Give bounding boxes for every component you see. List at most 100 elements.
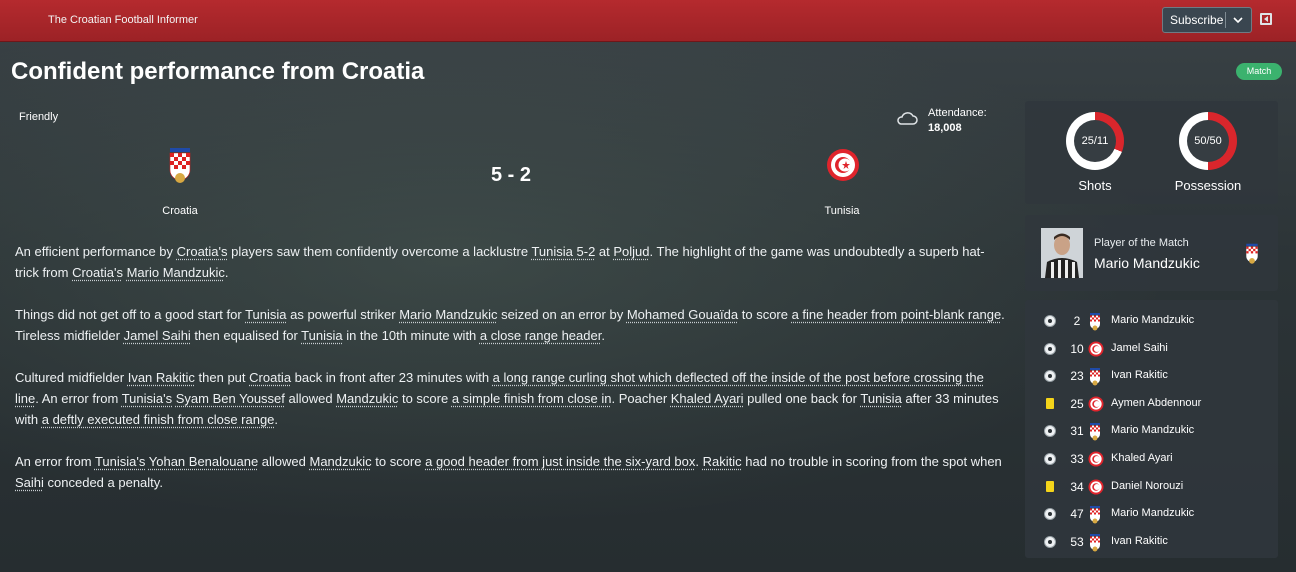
player-avatar: [1041, 228, 1083, 278]
event-minute: 47: [1070, 507, 1084, 522]
report-text: to score: [371, 454, 426, 469]
report-link[interactable]: Tunisia's: [95, 454, 145, 469]
report-link[interactable]: Jamel Saihi: [124, 328, 191, 343]
event-row[interactable]: 31 Mario Mandzukic: [1025, 421, 1278, 441]
croatia-crest-icon: [1088, 423, 1102, 446]
report-link[interactable]: Mario Mandzukic: [127, 265, 225, 280]
report-link[interactable]: a fine header from point-blank range: [792, 307, 1002, 322]
report-link[interactable]: Mandzukic: [336, 391, 398, 406]
report-text: conceded a penalty.: [43, 475, 163, 490]
report-text: Things did not get off to a good start f…: [15, 307, 246, 322]
report-link[interactable]: Tunisia: [301, 328, 342, 343]
subscribe-dropdown[interactable]: Subscribe: [1162, 7, 1252, 33]
shots-ring: 25/11: [1066, 112, 1124, 170]
football-icon: [1044, 315, 1056, 327]
event-minute: 53: [1070, 534, 1084, 549]
report-link[interactable]: a good header from just inside the six-y…: [425, 454, 695, 469]
croatia-crest-icon[interactable]: [166, 148, 194, 189]
tunisia-crest-icon: [1088, 341, 1104, 362]
report-text: back in front after 23 minutes with: [291, 370, 493, 385]
event-player-name[interactable]: Daniel Norouzi: [1111, 480, 1183, 492]
report-text: then equalised for: [190, 328, 302, 343]
report-link[interactable]: Tunisia: [860, 391, 901, 406]
report-link[interactable]: Mario Mandzukic: [399, 307, 497, 322]
report-link[interactable]: Croatia: [249, 370, 291, 385]
football-icon: [1044, 508, 1056, 521]
report-link[interactable]: Mohamed Gouaïda: [627, 307, 738, 322]
player-of-the-match-panel[interactable]: Player of the Match Mario Mandzukic: [1025, 215, 1278, 291]
report-text: allowed: [258, 454, 310, 469]
report-text: .: [695, 454, 703, 469]
tunisia-crest-icon[interactable]: [826, 148, 860, 187]
cloud-icon: [896, 109, 918, 132]
event-row[interactable]: 10 Jamel Saihi: [1025, 339, 1278, 359]
event-player-name[interactable]: Jamel Saihi: [1111, 342, 1168, 354]
report-link[interactable]: a deftly executed finish from close rang…: [42, 412, 275, 427]
event-player-name[interactable]: Mario Mandzukic: [1111, 314, 1194, 326]
event-row[interactable]: 47 Mario Mandzukic: [1025, 504, 1278, 524]
final-score: 5 - 2: [490, 164, 532, 186]
report-text: .: [601, 328, 605, 343]
potm-player-name[interactable]: Mario Mandzukic: [1094, 255, 1200, 271]
tunisia-crest-icon: [1088, 479, 1104, 500]
event-player-name[interactable]: Khaled Ayari: [1111, 452, 1173, 464]
report-link[interactable]: a simple finish from close in: [452, 391, 612, 406]
report-link[interactable]: Mandzukic: [310, 454, 372, 469]
report-link[interactable]: Ivan Rakitic: [128, 370, 195, 385]
report-link[interactable]: a close range header: [480, 328, 601, 343]
yellow-card-icon: [1046, 480, 1054, 492]
event-row[interactable]: 33 Khaled Ayari: [1025, 449, 1278, 469]
report-link[interactable]: Saihi: [15, 475, 44, 490]
event-row[interactable]: 23 Ivan Rakitic: [1025, 366, 1278, 386]
report-link[interactable]: Yohan Benalouane: [149, 454, 258, 469]
event-row[interactable]: 25 Aymen Abdennour: [1025, 394, 1278, 414]
competition-label: Friendly: [19, 111, 59, 123]
event-row[interactable]: 2 Mario Mandzukic: [1025, 311, 1278, 331]
report-text: pulled one back for: [743, 391, 861, 406]
croatia-crest-icon: [1244, 243, 1260, 270]
report-link[interactable]: Rakitic: [703, 454, 742, 469]
report-link[interactable]: Syam Ben Youssef: [176, 391, 285, 406]
shots-label: Shots: [1078, 178, 1112, 193]
possession-value: 50/50: [1187, 120, 1229, 162]
report-text: seized on an error by: [497, 307, 627, 322]
subscribe-label: Subscribe: [1170, 13, 1224, 27]
attendance-label: Attendance:: [928, 107, 987, 119]
football-icon: [1044, 535, 1056, 548]
event-player-name[interactable]: Mario Mandzukic: [1111, 507, 1194, 519]
event-player-name[interactable]: Ivan Rakitic: [1111, 535, 1168, 547]
away-team-name[interactable]: Tunisia: [792, 205, 892, 217]
match-events-panel: 2 Mario Mandzukic 10 Jamel Saihi 23 Ivan Raki…: [1025, 300, 1278, 558]
potm-label: Player of the Match: [1094, 237, 1189, 249]
report-text: .: [224, 265, 229, 280]
report-text: in the 10th minute with: [342, 328, 480, 343]
report-link[interactable]: Tunisia: [245, 307, 286, 322]
event-minute: 2: [1073, 314, 1081, 328]
football-icon: [1044, 370, 1056, 383]
report-paragraph: Things did not get off to a good start f…: [15, 304, 1005, 346]
event-row[interactable]: 53 Ivan Rakitic: [1025, 532, 1278, 552]
event-row[interactable]: 34 Daniel Norouzi: [1025, 477, 1278, 497]
event-player-name[interactable]: Aymen Abdennour: [1111, 397, 1201, 409]
event-minute: 23: [1070, 369, 1084, 384]
report-link[interactable]: Tunisia's: [122, 391, 172, 406]
close-panel-icon[interactable]: [1260, 13, 1272, 25]
football-icon: [1044, 342, 1056, 355]
chevron-down-icon: [1233, 12, 1243, 31]
report-link[interactable]: Khaled Ayari: [671, 391, 744, 406]
event-player-name[interactable]: Ivan Rakitic: [1111, 369, 1168, 381]
home-team-name[interactable]: Croatia: [130, 205, 230, 217]
report-link[interactable]: Poljud: [613, 244, 649, 259]
report-text: . Poacher: [611, 391, 671, 406]
event-player-name[interactable]: Mario Mandzukic: [1111, 424, 1194, 436]
report-paragraph: Cultured midfielder Ivan Rakitic then pu…: [15, 367, 1005, 430]
report-link[interactable]: Tunisia 5-2: [531, 244, 595, 259]
report-text: at: [595, 244, 614, 259]
possession-ring: 50/50: [1179, 112, 1237, 170]
report-link[interactable]: Croatia's: [177, 244, 228, 259]
football-icon: [1044, 453, 1056, 465]
yellow-card-icon: [1046, 397, 1054, 409]
report-link[interactable]: Croatia's: [72, 265, 123, 280]
croatia-crest-icon: [1088, 368, 1102, 391]
report-text: had no trouble in scoring from the spot …: [741, 454, 1002, 469]
